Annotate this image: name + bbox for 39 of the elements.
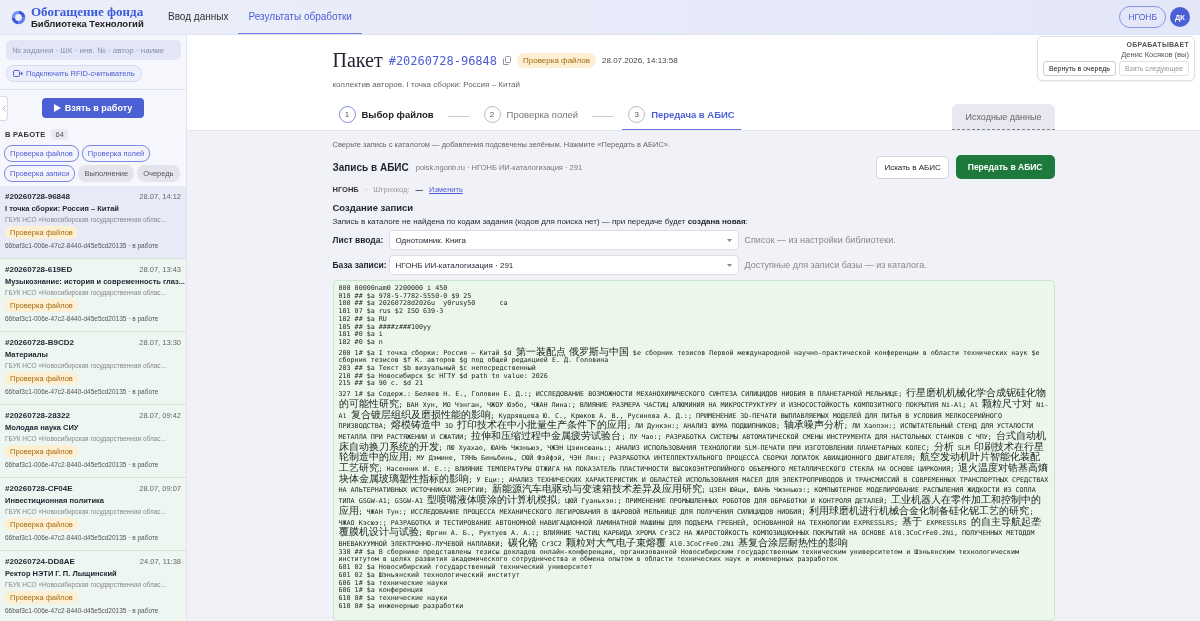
logo-icon xyxy=(10,8,27,26)
step-tab[interactable]: 1 Выбор файлов xyxy=(332,106,440,130)
app-subtitle: Библиотека Технологий xyxy=(31,19,144,29)
submit-button[interactable]: Передать в АБИС xyxy=(955,155,1055,179)
task-id: #20260728-B9CD2 xyxy=(5,338,74,347)
nav-tab[interactable]: Результаты обработки xyxy=(238,0,362,34)
select-field[interactable]: НГОНБ ИИ-каталогизация · 291 xyxy=(388,255,739,275)
subsection-title: Создание записи xyxy=(332,202,414,213)
task-id: #20260728-CF04E xyxy=(5,484,73,493)
task-id: #20260728-28322 xyxy=(5,411,70,420)
source-data-tab[interactable]: Исходные данные xyxy=(952,104,1055,130)
task-id: #20260724-DD8AE xyxy=(5,557,75,566)
status-badge: Проверка файлов xyxy=(517,53,597,68)
step-tab[interactable]: 2 Проверка полей xyxy=(477,106,585,130)
copy-icon[interactable] xyxy=(503,56,512,65)
chevron-left-icon xyxy=(1,105,6,112)
package-id: #20260728-96848 xyxy=(388,53,498,68)
field-hint: Список — из настройки библиотеки. xyxy=(744,235,896,245)
caret-icon xyxy=(726,263,732,267)
info-text: Запись в каталоге не найдена по кодам задания (кодов для поиска нет) — при передаче будет создана новая: xyxy=(332,217,748,226)
task-id: #20260728-619ED xyxy=(5,265,73,274)
search-abis-button[interactable]: Искать в АБИС xyxy=(876,155,949,179)
package-date: 28.07.2026, 14:13:58 xyxy=(602,56,678,65)
task-id: #20260728-96848 xyxy=(5,192,70,201)
page-title: Пакет xyxy=(332,49,383,72)
camera-icon xyxy=(13,70,23,77)
field-label: Лист ввода: xyxy=(332,235,383,245)
select-field[interactable]: Однотомник. Книга xyxy=(388,230,739,250)
step-tab[interactable]: 3 Передача в АБИС xyxy=(622,106,741,130)
caret-icon xyxy=(726,238,732,242)
take-to-work-button[interactable]: Взять в работу xyxy=(41,98,145,118)
section-title: Запись в АБИС xyxy=(332,161,409,173)
search-field[interactable]: № задания · ШК · инв. № · автор · наиме xyxy=(6,40,181,60)
play-icon xyxy=(53,104,61,112)
nav-tab[interactable]: Ввод данных xyxy=(158,0,239,34)
app-title: Обогащение фонда xyxy=(31,5,144,19)
package-subtitle: коллектив авторов. I точка сборки: Россия – Китай xyxy=(332,80,521,89)
field-hint: Доступные для записи базы — из каталога. xyxy=(744,260,927,270)
collapse-handle[interactable] xyxy=(0,96,8,121)
